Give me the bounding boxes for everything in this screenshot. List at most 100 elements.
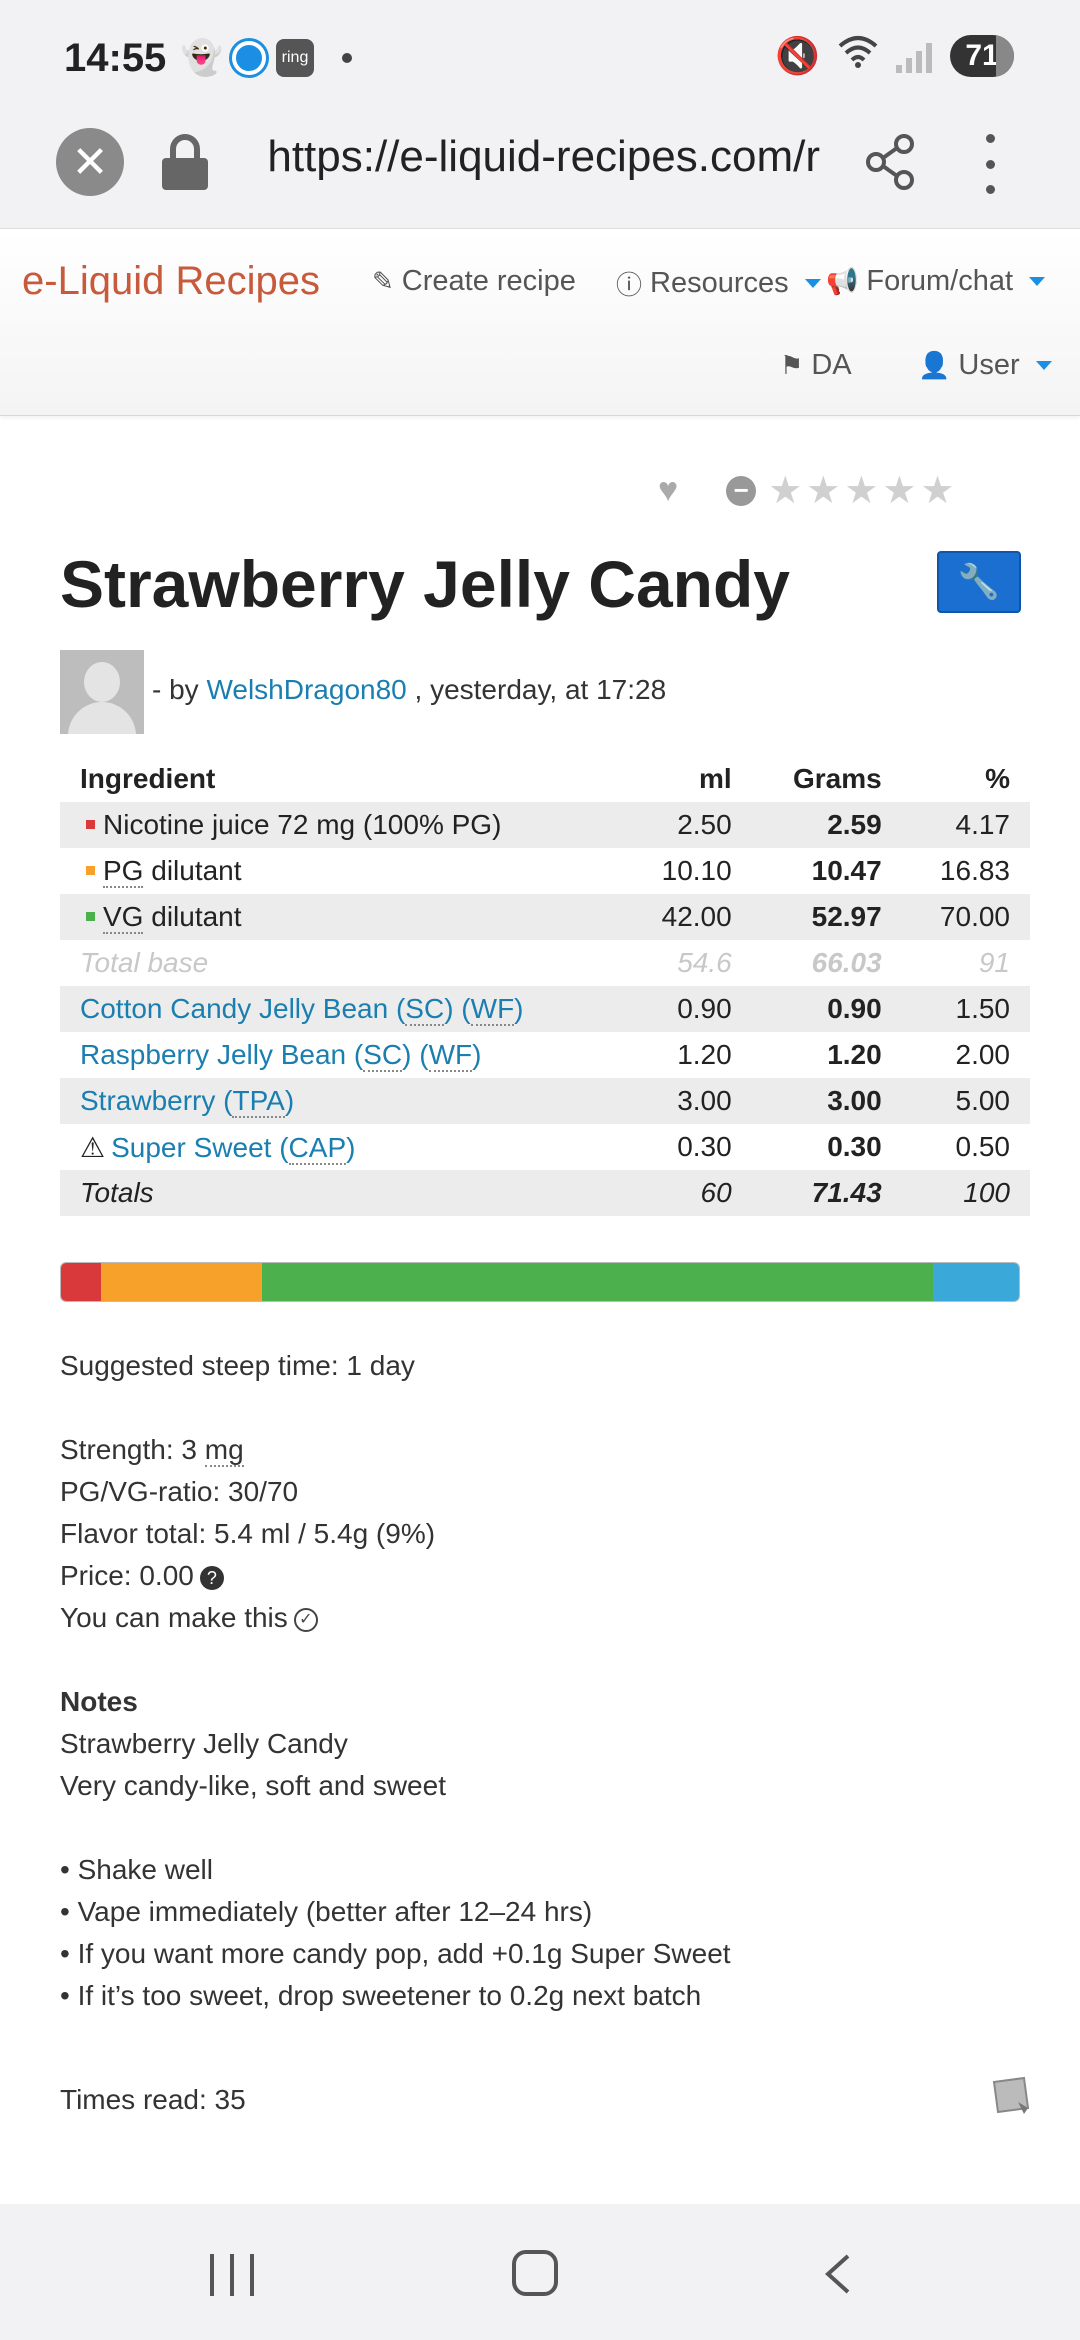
more-menu-icon[interactable] (980, 134, 1000, 194)
recipe-title: Strawberry Jelly Candy (60, 547, 790, 621)
vg-color-swatch (86, 912, 95, 922)
star-3-icon[interactable]: ★ (844, 468, 878, 513)
nav-resources[interactable]: ⓘ Resources (616, 265, 821, 302)
info-icon: ⓘ (616, 270, 643, 300)
table-row: Raspberry Jelly Bean (SC) (WF) 1.20 1.20… (60, 1032, 1030, 1078)
vendor-abbr: WF (470, 993, 515, 1026)
pct-cell: 5.00 (901, 1078, 1030, 1124)
vendor-abbr: TPA (232, 1085, 285, 1118)
star-5-icon[interactable]: ★ (921, 468, 955, 513)
ring-icon: ring (276, 39, 314, 77)
tools-button[interactable]: 🔧 (937, 551, 1021, 613)
grams-cell: 52.97 (751, 894, 902, 940)
pct-cell: 2.00 (955, 1039, 1011, 1070)
flavor-cell: Cotton Candy Jelly Bean (SC) (WF) (60, 986, 624, 1032)
star-1-icon[interactable]: ★ (768, 468, 802, 513)
caret-down-icon (1029, 277, 1046, 286)
note-line: Very candy-like, soft and sweet (60, 1770, 446, 1801)
ml-cell: 60 (623, 1170, 752, 1216)
clear-rating-icon[interactable]: − (726, 475, 757, 506)
ingredient-cell: VG dilutant (60, 894, 624, 940)
grams-cell: 0.90 (751, 986, 902, 1032)
flavor-cell: Raspberry Jelly Bean (SC) (WF) (60, 1032, 623, 1078)
close-tab-button[interactable]: ✕ (56, 128, 124, 196)
author-avatar[interactable] (60, 650, 144, 734)
mute-icon: 🔇 (775, 34, 820, 76)
site-brand-link[interactable]: e-Liquid Recipes (22, 259, 320, 304)
flavor-name: Cotton Candy Jelly Bean (80, 993, 389, 1024)
share-icon[interactable] (862, 132, 918, 192)
flavor-total: Flavor total: 5.4 ml / 5.4g (9%) (60, 1518, 436, 1549)
table-row: ⚠ Super Sweet (CAP) 0.30 0.30 0.50 (60, 1124, 1030, 1170)
col-header: % (985, 763, 1010, 794)
grams-cell: 10.47 (811, 855, 882, 886)
help-icon[interactable]: ? (199, 1565, 224, 1590)
nav-resources-label: Resources (650, 267, 789, 299)
grams-cell: 66.03 (811, 947, 882, 978)
favorite-heart-icon[interactable]: ♥ (658, 471, 678, 510)
pct-cell: 0.50 (955, 1131, 1011, 1162)
totals-row: Totals 60 71.43 100 (60, 1170, 1030, 1216)
ml-cell: 0.90 (623, 986, 752, 1032)
flavor-link[interactable]: Cotton Candy Jelly Bean (SC) (WF) (80, 993, 524, 1026)
pct-cell: 70.00 (901, 894, 1030, 940)
strength: Strength: 3 mg (60, 1434, 244, 1467)
snapchat-icon: 👻 (180, 39, 224, 77)
url-field[interactable]: https://e-liquid-recipes.com/r (240, 132, 820, 192)
table-row: VG dilutant 42.00 52.97 70.00 (60, 894, 1030, 940)
ml-cell: 2.50 (623, 802, 752, 848)
signal-icon (896, 39, 932, 73)
nav-user[interactable]: 👤 User (918, 349, 1052, 382)
lock-icon[interactable] (160, 134, 210, 190)
ingredient-cell: PG dilutant (60, 848, 623, 894)
star-2-icon[interactable]: ★ (806, 468, 840, 513)
notification-icons: 👻 ring (180, 38, 352, 78)
note-line: • If it’s too sweet, drop sweetener to 0… (60, 1980, 702, 2011)
nav-forum-chat[interactable]: 📢 Forum/chat (826, 265, 1046, 298)
table-row: Strawberry (TPA) 3.00 3.00 5.00 (60, 1078, 1030, 1124)
wrench-icon: 🔧 (957, 563, 1001, 601)
notes-heading: Notes (60, 1686, 138, 1717)
url-text: https://e-liquid-recipes.com/r (267, 132, 820, 181)
pg-vg-ratio: PG/VG-ratio: 30/70 (60, 1476, 299, 1507)
flavor-link[interactable]: Super Sweet (CAP) (111, 1131, 355, 1165)
col-header: ml (699, 763, 732, 794)
home-button[interactable] (512, 2250, 558, 2296)
can-make-label: You can make this (60, 1602, 288, 1633)
ratio-segment-nicotine (61, 1263, 101, 1301)
nav-create-recipe[interactable]: ✎ Create recipe (372, 265, 576, 298)
pct-cell: 16.83 (939, 855, 1010, 886)
flavor-name: Raspberry Jelly Bean (80, 1039, 347, 1070)
ratio-segment-vg (262, 1263, 933, 1301)
flavor-link[interactable]: Raspberry Jelly Bean (SC) (WF) (80, 1039, 481, 1072)
wifi-icon (838, 34, 878, 77)
ml-cell: 54.6 (677, 947, 732, 978)
can-make: You can make this ✓ (60, 1602, 318, 1634)
ml-cell: 42.00 (623, 894, 752, 940)
status-time: 14:55 (64, 36, 167, 80)
nav-user-label: User (958, 349, 1020, 381)
author-link[interactable]: WelshDragon80 (206, 674, 406, 705)
back-button[interactable] (822, 2254, 854, 2294)
ml-cell: 10.10 (661, 855, 732, 886)
ml-cell: 1.20 (677, 1039, 732, 1070)
caret-down-icon (804, 279, 821, 288)
rating-row: ♥ − ★ ★ ★ ★ ★ (658, 468, 955, 513)
note-line: • If you want more candy pop, add +0.1g … (60, 1938, 731, 1969)
check-circle-icon: ✓ (293, 1607, 318, 1632)
edit-note-icon[interactable] (990, 2074, 1032, 2116)
total-base-row: Total base 54.6 66.03 91 (60, 940, 1030, 986)
circle-app-icon (232, 41, 266, 75)
vendor-abbr: CAP (288, 1131, 347, 1165)
nav-language[interactable]: ⚑ DA (780, 349, 852, 382)
col-header: Ingredient (80, 763, 216, 794)
flavor-link[interactable]: Strawberry (TPA) (80, 1085, 294, 1118)
system-nav-bar (0, 2204, 1080, 2340)
recent-apps-button[interactable] (210, 2254, 254, 2296)
ingredients-table: Ingredient ml Grams % Nicotine juice 72 … (60, 756, 1030, 1216)
grams-cell: 2.59 (751, 802, 902, 848)
star-4-icon[interactable]: ★ (882, 468, 916, 513)
nav-create-recipe-label: Create recipe (401, 265, 576, 297)
ratio-segment-flavor (932, 1263, 1019, 1301)
vg-abbr: VG (103, 901, 144, 934)
